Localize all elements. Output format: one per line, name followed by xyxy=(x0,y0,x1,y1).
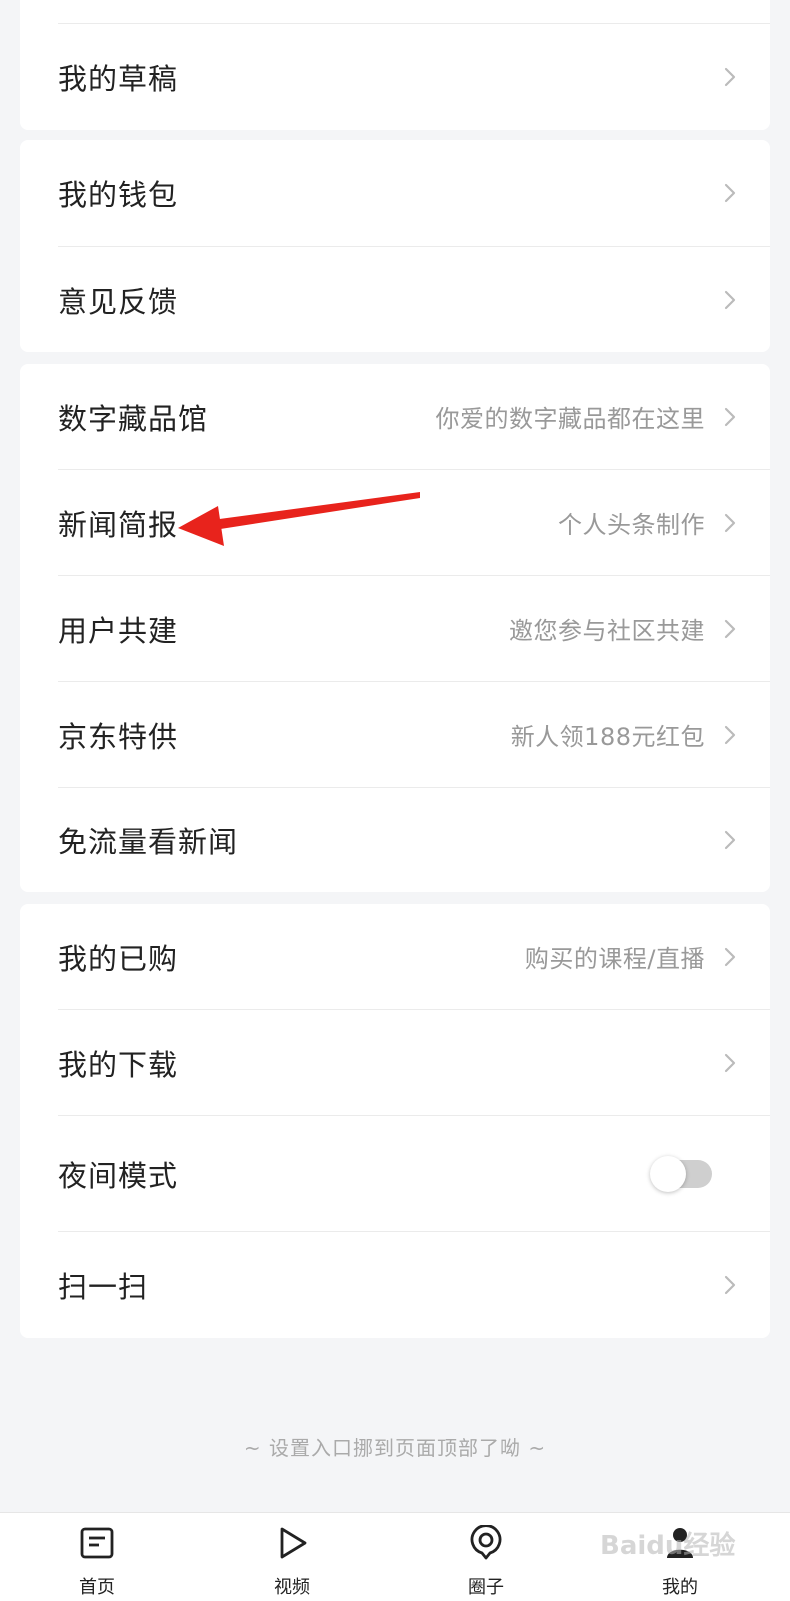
tab-video[interactable]: 视频 xyxy=(242,1513,342,1601)
tab-label: 我的 xyxy=(662,1577,698,1598)
circle-location-icon xyxy=(470,1525,502,1560)
tab-label: 圈子 xyxy=(468,1577,504,1598)
red-arrow-annotation xyxy=(178,492,420,546)
bottom-tab-bar: 首页 视频 圈子 我的 Baidu经验 xyxy=(0,1512,790,1601)
tab-label: 首页 xyxy=(79,1577,115,1598)
tab-home[interactable]: 首页 xyxy=(47,1513,147,1601)
tab-circle[interactable]: 圈子 xyxy=(436,1513,536,1601)
baidu-watermark: Baidu经验 xyxy=(600,1531,736,1561)
play-icon xyxy=(280,1527,307,1559)
tab-label: 视频 xyxy=(274,1577,310,1598)
home-doc-icon xyxy=(80,1527,114,1559)
